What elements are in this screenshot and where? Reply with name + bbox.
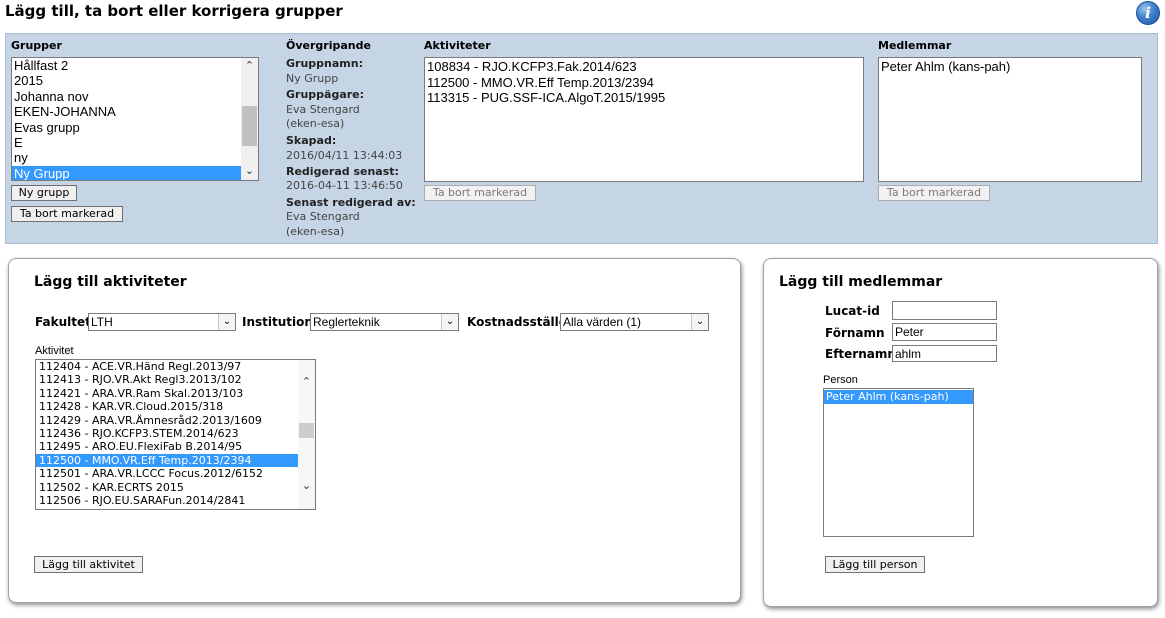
edited-value: 2016-04-11 13:46:50 — [286, 179, 403, 192]
chevron-down-icon[interactable]: ⌄ — [298, 478, 315, 495]
activity-option[interactable]: 112413 - RJO.VR.Akt Regl3.2013/102 — [36, 373, 315, 386]
person-listbox[interactable]: Peter Ahlm (kans-pah) — [823, 388, 974, 537]
created-value: 2016/04/11 13:44:03 — [286, 149, 403, 162]
faculty-select[interactable]: LTH ⌄ — [88, 313, 236, 331]
group-item[interactable]: Hållfast 2 — [12, 58, 258, 73]
owner-id: (eken-esa) — [286, 117, 345, 130]
owner-label: Gruppägare: — [286, 88, 365, 101]
lucat-id-input[interactable] — [892, 301, 997, 320]
edited-by-name: Eva Stengard — [286, 210, 360, 223]
activity-option[interactable]: 112506 - RJO.EU.SARAFun.2014/2841 — [36, 494, 315, 507]
chevron-up-icon[interactable]: ⌃ — [298, 374, 315, 391]
remove-group-button[interactable]: Ta bort markerad — [11, 206, 123, 222]
add-members-title: Lägg till medlemmar — [779, 274, 943, 290]
cost-center-select[interactable]: Alla värden (1) ⌄ — [560, 313, 709, 331]
group-item[interactable]: Johanna nov — [12, 89, 258, 104]
group-item[interactable]: ny — [12, 150, 258, 165]
add-activity-button[interactable]: Lägg till aktivitet — [34, 556, 143, 573]
groups-heading: Grupper — [11, 39, 62, 52]
scroll-thumb[interactable] — [299, 423, 314, 438]
activity-scrollbar[interactable]: ⌃ ⌄ — [298, 360, 315, 509]
activity-listbox[interactable]: 112404 - ACE.VR.Händ Regl.2013/97 112413… — [35, 359, 316, 510]
group-activities-listbox[interactable]: 108834 - RJO.KCFP3.Fak.2014/623 112500 -… — [424, 57, 864, 182]
group-item[interactable]: 2015 — [12, 73, 258, 88]
activity-option[interactable]: 112495 - ARO.EU.FlexiFab B.2014/95 — [36, 440, 315, 453]
first-name-label: Förnamn — [825, 326, 885, 340]
institution-label: Institution — [242, 315, 313, 329]
cost-center-select-value: Alla värden (1) — [563, 315, 642, 329]
remove-activity-button[interactable]: Ta bort markerad — [424, 185, 536, 201]
last-name-input[interactable] — [892, 345, 997, 362]
activity-item[interactable]: 108834 - RJO.KCFP3.Fak.2014/623 — [425, 59, 863, 75]
activity-option[interactable]: 112502 - KAR.ECRTS 2015 — [36, 481, 315, 494]
chevron-down-icon[interactable]: ⌄ — [691, 314, 708, 330]
lucat-id-label: Lucat-id — [825, 304, 880, 318]
activity-item[interactable]: 112500 - MMO.VR.Eff Temp.2013/2394 — [425, 75, 863, 91]
activity-option-selected[interactable]: 112500 - MMO.VR.Eff Temp.2013/2394 — [36, 453, 298, 468]
groups-listbox[interactable]: Hållfast 2 2015 Johanna nov EKEN-JOHANNA… — [11, 57, 259, 181]
page-title: Lägg till, ta bort eller korrigera grupp… — [5, 2, 343, 20]
groups-scrollbar[interactable]: ⌃ ⌄ — [241, 58, 258, 180]
info-icon[interactable]: i — [1136, 1, 1160, 25]
scroll-thumb[interactable] — [242, 106, 257, 146]
overview-heading: Övergripande — [286, 39, 371, 52]
remove-member-button[interactable]: Ta bort markerad — [878, 185, 990, 201]
first-name-input[interactable] — [892, 323, 997, 341]
faculty-label: Fakultet — [35, 315, 91, 329]
activity-label: Aktivitet — [35, 345, 74, 357]
institution-select-value: Reglerteknik — [313, 315, 380, 329]
edited-by-id: (eken-esa) — [286, 224, 345, 238]
activities-heading: Aktiviteter — [424, 39, 491, 52]
edited-by-label: Senast redigerad av: — [286, 195, 416, 209]
activity-option[interactable]: 112428 - KAR.VR.Cloud.2015/318 — [36, 400, 315, 413]
group-item[interactable]: EKEN-JOHANNA — [12, 104, 258, 119]
activity-option[interactable]: 112404 - ACE.VR.Händ Regl.2013/97 — [36, 360, 315, 373]
members-heading: Medlemmar — [878, 39, 952, 52]
group-item[interactable]: E — [12, 135, 258, 150]
group-name-label: Gruppnamn: — [286, 57, 363, 70]
activity-item[interactable]: 113315 - PUG.SSF-ICA.AlgoT.2015/1995 — [425, 90, 863, 106]
add-activities-title: Lägg till aktiviteter — [34, 274, 187, 290]
person-option-selected[interactable]: Peter Ahlm (kans-pah) — [824, 390, 973, 404]
group-name-value: Ny Grupp — [286, 71, 339, 85]
overview-details: Gruppnamn: Ny Grupp Gruppägare: Eva Sten… — [286, 57, 416, 239]
institution-select[interactable]: Reglerteknik ⌄ — [310, 313, 459, 331]
add-person-button[interactable]: Lägg till person — [825, 556, 925, 573]
chevron-up-icon[interactable]: ⌃ — [241, 58, 258, 75]
group-item-selected[interactable]: Ny Grupp — [12, 165, 241, 180]
chevron-down-icon[interactable]: ⌄ — [441, 314, 458, 330]
faculty-select-value: LTH — [91, 315, 113, 329]
group-item[interactable]: Evas grupp — [12, 120, 258, 135]
chevron-down-icon[interactable]: ⌄ — [218, 314, 235, 330]
created-label: Skapad: — [286, 133, 337, 147]
person-label: Person — [823, 374, 858, 386]
activity-option[interactable]: 112429 - ARA.VR.Ämnesråd2.2013/1609 — [36, 414, 315, 427]
chevron-down-icon[interactable]: ⌄ — [241, 163, 258, 180]
cost-center-label: Kostnadsställe — [467, 315, 567, 329]
activity-option[interactable]: 112436 - RJO.KCFP3.STEM.2014/623 — [36, 427, 315, 440]
last-name-label: Efternamn — [825, 347, 896, 361]
members-listbox[interactable]: Peter Ahlm (kans-pah) — [878, 57, 1142, 182]
new-group-button[interactable]: Ny grupp — [11, 185, 77, 201]
edited-label: Redigerad senast: — [286, 164, 399, 178]
activity-option[interactable]: 112421 - ARA.VR.Ram Skal.2013/103 — [36, 387, 315, 400]
owner-name: Eva Stengard — [286, 102, 360, 116]
member-item[interactable]: Peter Ahlm (kans-pah) — [879, 59, 1141, 75]
activity-option[interactable]: 112501 - ARA.VR.LCCC Focus.2012/6152 — [36, 467, 315, 480]
